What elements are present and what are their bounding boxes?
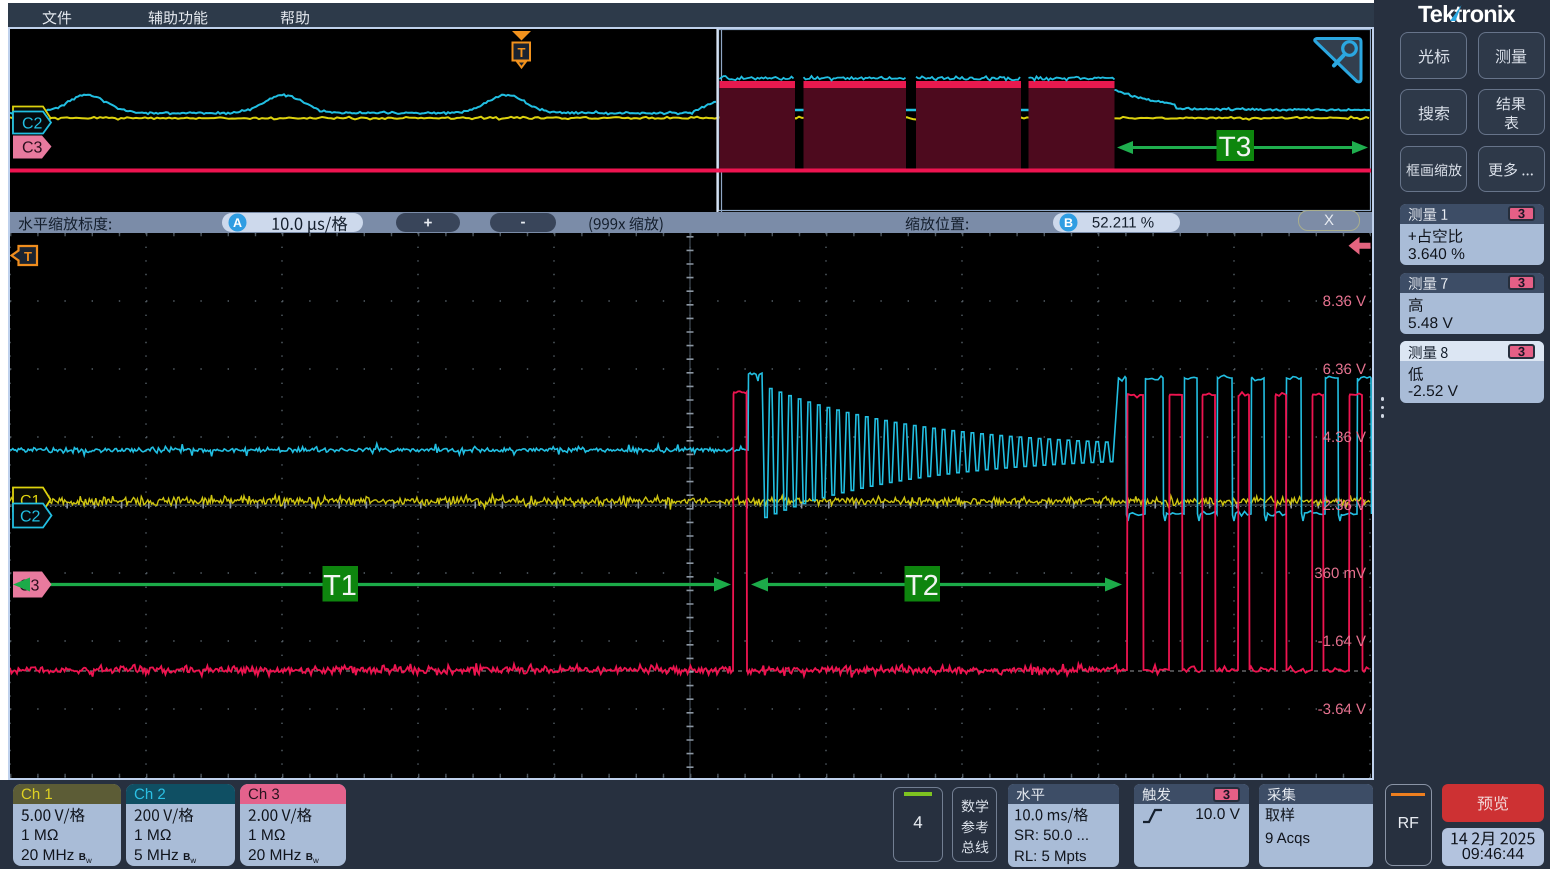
svg-text:C3: C3 — [22, 140, 43, 157]
svg-text:T: T — [518, 45, 526, 60]
svg-text:2.36 V: 2.36 V — [1323, 497, 1366, 514]
svg-text:360 mV: 360 mV — [1314, 565, 1366, 582]
svg-text:+: + — [424, 215, 433, 232]
svg-text:-1.64 V: -1.64 V — [1318, 633, 1366, 650]
svg-text:T: T — [24, 249, 32, 264]
svg-text:52.211 %: 52.211 % — [1092, 215, 1154, 232]
svg-text:C2: C2 — [22, 116, 43, 133]
svg-text:T3: T3 — [1219, 131, 1252, 162]
svg-text:B: B — [1064, 216, 1073, 230]
svg-text:C2: C2 — [20, 509, 41, 526]
svg-text:8.36 V: 8.36 V — [1323, 293, 1366, 310]
svg-text:6.36 V: 6.36 V — [1323, 361, 1366, 378]
svg-text:A: A — [233, 216, 242, 230]
svg-text:-: - — [521, 214, 526, 231]
svg-text:4.36 V: 4.36 V — [1323, 429, 1366, 446]
svg-text:T2: T2 — [905, 570, 939, 602]
svg-text:T1: T1 — [323, 570, 357, 602]
svg-text:-3.64 V: -3.64 V — [1318, 701, 1366, 718]
